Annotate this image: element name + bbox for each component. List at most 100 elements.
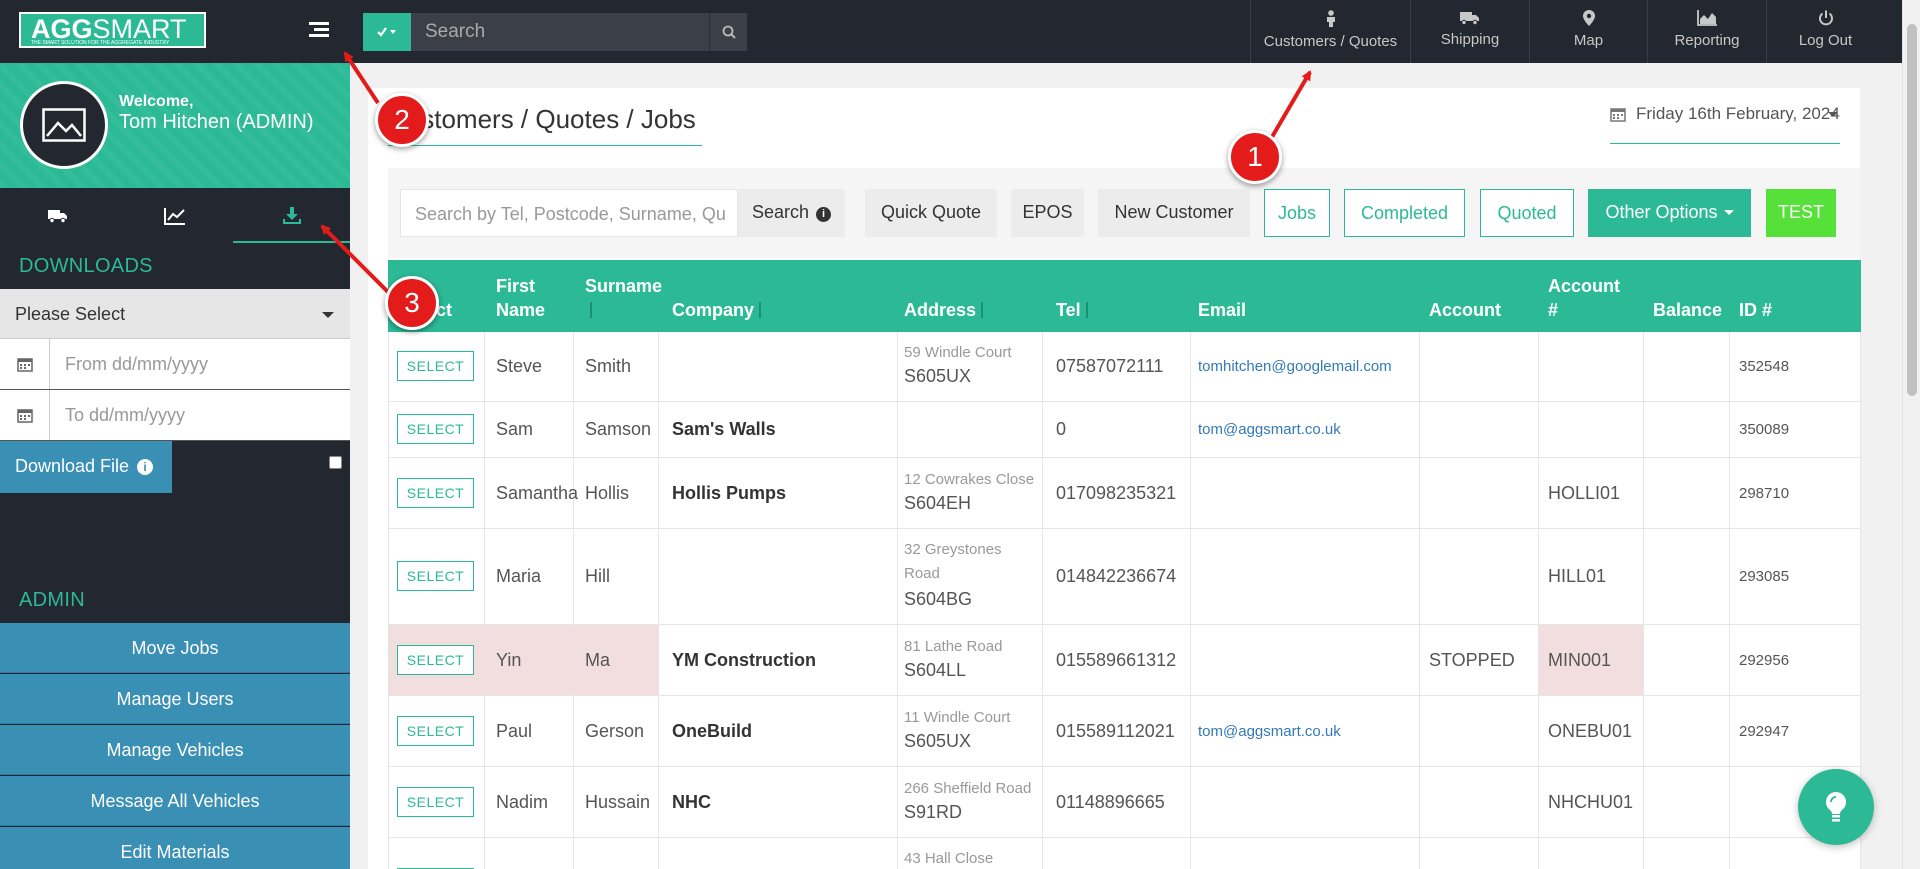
table-cell [659, 529, 898, 624]
scrollbar-thumb[interactable] [1907, 24, 1917, 396]
completed-button[interactable]: Completed [1344, 189, 1465, 237]
quick-quote-button[interactable]: Quick Quote [865, 189, 997, 237]
download-file-button[interactable]: Download File i [0, 441, 172, 493]
nav-shipping[interactable]: Shipping [1410, 0, 1529, 63]
table-cell [1420, 696, 1539, 766]
customer-id: 298710 [1739, 485, 1790, 502]
tab-shipping[interactable] [0, 188, 117, 243]
table-cell [1191, 838, 1420, 869]
info-icon: i [816, 207, 832, 222]
postcode: S604EH [904, 493, 972, 513]
welcome-panel: Welcome, Tom Hitchen (ADMIN) [0, 63, 350, 188]
col-surname[interactable]: Surname [585, 274, 665, 322]
sidebar-tabs [0, 188, 350, 243]
table-cell [1644, 402, 1730, 457]
nav-customers-quotes[interactable]: Customers / Quotes [1250, 0, 1410, 63]
table-row[interactable]: SELECT Steve Smith 59 Windle Court S605UX 075… [388, 332, 1861, 402]
table-row[interactable]: SELECT Nadim Hussain NHC 266 Sheffield Road S… [388, 767, 1861, 838]
col-balance[interactable]: Balance [1653, 298, 1722, 322]
from-date-input[interactable]: From dd/mm/yyyy [50, 339, 350, 389]
address-line: Road [904, 565, 940, 582]
table-row[interactable]: SELECT Paul Gerson OneBuild 11 Windle Court S… [388, 696, 1861, 767]
nav-label: Map [1573, 32, 1604, 49]
calendar-icon [1610, 108, 1626, 122]
sort-icon [979, 302, 985, 318]
search-button[interactable]: Search i [738, 189, 845, 237]
select-button[interactable]: SELECT [397, 351, 474, 381]
email-link[interactable]: tom@aggsmart.co.uk [1198, 723, 1341, 740]
tab-downloads[interactable] [233, 188, 350, 243]
company-name: OneBuild [672, 721, 752, 741]
table-row[interactable]: SELECT Yin Ma YM Construction 81 Lathe Road S… [388, 625, 1861, 696]
telephone: 0 [1056, 419, 1067, 439]
company-name: Hollis Pumps [672, 483, 787, 503]
col-first-name[interactable]: First Name [496, 274, 556, 322]
menu-toggle-icon[interactable] [309, 22, 329, 38]
image-placeholder-icon [42, 108, 86, 142]
nav-reporting[interactable]: Reporting [1647, 0, 1766, 63]
select-button[interactable]: SELECT [397, 716, 474, 746]
table-row[interactable]: SELECT Maria Hill 32 Greystones Road S604BG 01… [388, 529, 1861, 625]
select-button[interactable]: SELECT [397, 645, 474, 675]
user-name: Tom Hitchen (ADMIN) [119, 111, 314, 133]
edit-materials-button[interactable]: Edit Materials [0, 827, 350, 869]
surname: Smith [585, 356, 632, 376]
nav-map[interactable]: Map [1529, 0, 1647, 63]
email-link[interactable]: tomhitchen@googlemail.com [1198, 358, 1392, 375]
quoted-button[interactable]: Quoted [1480, 189, 1574, 237]
power-icon [1818, 10, 1833, 26]
jobs-button[interactable]: Jobs [1264, 189, 1330, 237]
table-cell [388, 838, 485, 869]
table-cell [1191, 458, 1420, 528]
surname: Hussain [585, 792, 651, 812]
postcode: S91RD [904, 802, 963, 822]
col-tel[interactable]: Tel [1056, 298, 1090, 322]
select-button[interactable]: SELECT [397, 478, 474, 508]
download-checkbox[interactable] [329, 456, 342, 469]
tab-reports[interactable] [117, 188, 234, 243]
test-button[interactable]: TEST [1766, 189, 1836, 237]
page-scrollbar[interactable] [1902, 0, 1920, 869]
account-number: HOLLI01 [1548, 483, 1621, 503]
col-address[interactable]: Address [904, 298, 985, 322]
downloads-select[interactable]: Please Select [0, 289, 350, 339]
nav-log-out[interactable]: Log Out [1766, 0, 1884, 63]
customer-search-input[interactable]: Search by Tel, Postcode, Surname, Qu [400, 189, 738, 237]
move-jobs-button[interactable]: Move Jobs [0, 623, 350, 673]
table-cell [1644, 332, 1730, 401]
select-button[interactable]: SELECT [397, 414, 474, 444]
search-mode-dropdown[interactable] [363, 13, 411, 51]
email-link[interactable]: tom@aggsmart.co.uk [1198, 421, 1341, 438]
page-title-text: Customers / Quotes / Jobs [388, 104, 696, 134]
date-picker[interactable]: Friday 16th February, 2024 [1610, 104, 1840, 144]
aggsmart-logo[interactable]: AGGSMART THE SMART SOLUTION FOR THE AGGR… [19, 12, 206, 48]
col-company[interactable]: Company [672, 298, 763, 322]
caret-down-icon [1723, 210, 1734, 215]
address-line: 32 Greystones [904, 541, 1002, 558]
table-cell [1644, 458, 1730, 528]
to-date-input[interactable]: To dd/mm/yyyy [50, 390, 350, 440]
to-date-field[interactable]: To dd/mm/yyyy [0, 390, 350, 441]
select-button[interactable]: SELECT [397, 787, 474, 817]
epos-button[interactable]: EPOS [1011, 189, 1084, 237]
col-account[interactable]: Account [1429, 298, 1501, 322]
manage-users-button[interactable]: Manage Users [0, 674, 350, 724]
download-row: Download File i [0, 441, 350, 493]
select-button[interactable]: SELECT [397, 561, 474, 591]
col-email[interactable]: Email [1198, 298, 1246, 322]
other-options-button[interactable]: Other Options [1588, 189, 1751, 237]
col-id[interactable]: ID # [1739, 298, 1772, 322]
tips-button[interactable] [1798, 769, 1874, 845]
table-row[interactable]: SELECT Samantha Hollis Hollis Pumps 12 Cowra… [388, 458, 1861, 529]
from-date-field[interactable]: From dd/mm/yyyy [0, 339, 350, 390]
search-button[interactable] [709, 13, 747, 51]
table-row[interactable]: SELECT Sam Samson Sam's Walls 0 tom@aggsmart.… [388, 402, 1861, 458]
new-customer-button[interactable]: New Customer [1098, 189, 1250, 237]
table-row[interactable]: 43 Hall Close [388, 838, 1861, 869]
address-line: 59 Windle Court [904, 344, 1012, 361]
message-all-vehicles-button[interactable]: Message All Vehicles [0, 776, 350, 826]
col-account-number[interactable]: Account # [1548, 274, 1620, 322]
manage-vehicles-button[interactable]: Manage Vehicles [0, 725, 350, 775]
search-input[interactable]: Search [411, 13, 709, 51]
nav-label: Reporting [1674, 32, 1740, 49]
